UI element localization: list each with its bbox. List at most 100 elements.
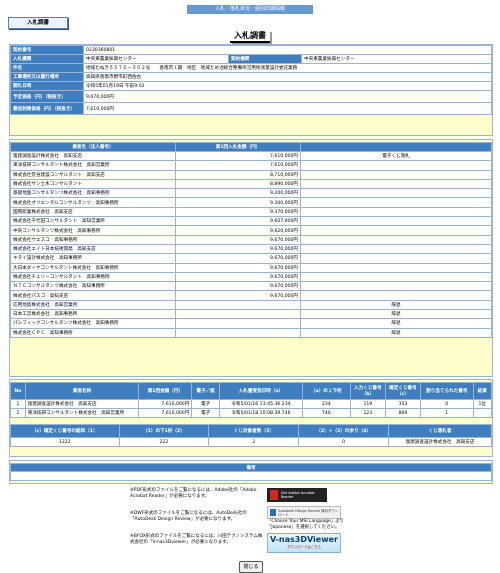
lottery-col-header: 業者名称 xyxy=(24,382,140,400)
bid-company: 株式会社オリエンタルコンサルタンツ 高知事務所 xyxy=(10,197,176,208)
bid-row: 株式会社千代田コンサルタント 高知営業所 9,607,000円 xyxy=(10,216,492,227)
bid-company: 中央コンサルタンツ株式会社 高知事務所 xyxy=(10,225,176,236)
bid-amount: 7,610,000円 xyxy=(175,160,301,171)
info-value: 中央東農業振興センター xyxy=(301,54,492,64)
bid-note xyxy=(300,234,492,245)
lottery-summary-header: （2）÷（3）の余り（4） xyxy=(298,424,390,438)
lottery-summary-header: くじ対象者数（3） xyxy=(208,424,300,438)
lottery-cell: 1 xyxy=(10,399,26,409)
bid-amount: 7,610,000円 xyxy=(175,150,301,162)
bid-note xyxy=(300,188,492,199)
bid-note: 電子くじ落札 xyxy=(300,150,492,162)
bid-company: 国際航業株式会社 高知支店 xyxy=(10,206,176,218)
bid-amount xyxy=(175,299,301,311)
bid-amount xyxy=(175,318,301,329)
info-label: 契約機関 xyxy=(228,54,302,64)
bids-panel: 業者名（法人番号） 第1回入札金額（円） 復建調査設計株式会社 高知支店 7,61… xyxy=(9,139,493,377)
info-value: 0230360801 xyxy=(83,45,492,55)
bid-amount: 8,890,000円 xyxy=(175,178,301,190)
lottery-summary-value: 復建調査設計株式会社 高知支店 xyxy=(388,437,492,447)
info-value: 9,670,000円 xyxy=(83,90,492,103)
bid-company: 株式会社荒谷建設コンサルタント 高知支店 xyxy=(10,169,176,180)
remarks-table: 備考 xyxy=(10,463,492,481)
bid-note xyxy=(300,169,492,180)
vnas-link[interactable]: V-nas3DViewer ダウンロードはこちら xyxy=(267,533,341,553)
bid-company: 復建調査設計株式会社 高知支店 xyxy=(10,150,176,162)
info-label: 予定価格（円）（税抜き） xyxy=(10,90,84,103)
bid-amount: 8,710,000円 xyxy=(175,169,301,180)
lottery-cell: 7,610,000円 xyxy=(138,408,193,418)
bid-row: 大日本ダイヤコンサルタント株式会社 高知事務所 9,670,000円 xyxy=(10,262,492,273)
info-label: 最低制限価格（円）（税抜き） xyxy=(10,102,84,115)
bid-amount xyxy=(175,327,301,338)
bid-row: 復建調査設計株式会社 高知支店 7,610,000円 電子くじ落札 xyxy=(10,150,492,162)
bids-col-header: 第1回入札金額（円） xyxy=(175,142,301,152)
lottery-col-header: 確定くじ番号（c） xyxy=(384,382,422,400)
bids-col-header xyxy=(300,142,492,152)
bid-row: 基礎地盤コンサルタンツ株式会社 高知事務所 9,200,000円 xyxy=(10,188,492,199)
bid-row: 応用地質株式会社 高知営業所 辞退 xyxy=(10,299,492,311)
bid-note xyxy=(300,253,492,264)
lottery-cell: 0 xyxy=(420,399,474,409)
lottery-row: 2 東洋技研コンサルタント株式会社 高知営業所 7,610,000円 電子 令和5/01… xyxy=(10,408,493,418)
bid-note: 辞退 xyxy=(300,327,492,338)
bid-note xyxy=(300,160,492,171)
info-value: 中央東農業振興センター xyxy=(83,54,229,64)
bid-company: 大日本ダイヤコンサルタント株式会社 高知事務所 xyxy=(10,262,176,273)
bid-amount: 9,670,000円 xyxy=(175,271,301,283)
bid-amount: 9,200,000円 xyxy=(175,188,301,199)
bid-note xyxy=(300,243,492,255)
lottery-summary-header: くじ落札者 xyxy=(388,424,492,438)
top-bar: 入札・落札状況・個別詳細情報 xyxy=(187,5,313,14)
adobe-reader-link[interactable]: Get Adobe Acrobat Reader xyxy=(267,488,327,502)
bid-amount: 9,670,000円 xyxy=(175,253,301,264)
bid-row: 株式会社荒谷建設コンサルタント 高知支店 8,710,000円 xyxy=(10,169,492,180)
bid-row: 日本工営株式会社 高知事務所 辞退 xyxy=(10,309,492,320)
close-button[interactable]: 閉じる xyxy=(239,561,263,573)
bid-amount: 9,670,000円 xyxy=(175,290,301,301)
lottery-summary-value: 0 xyxy=(298,437,390,447)
lottery-panel: No 業者名称 第1回金額（円） 電子／紙 入札書受信日時（a） （a）の１ラ桁 入力くじ番… xyxy=(9,379,493,457)
bid-row: パシフィックコンサルタンツ株式会社 高知事務所 辞退 xyxy=(10,318,492,329)
bid-note xyxy=(300,206,492,218)
bid-note xyxy=(300,262,492,273)
bid-row: 東洋技研コンサルタント株式会社 高知営業所 7,610,000円 xyxy=(10,160,492,171)
note-dwf: ※DWF形式のファイルをご覧になるには、AutoDesk社の「AutoDesk … xyxy=(130,511,247,522)
bid-row: 株式会社パスコ 高知支店 9,670,000円 xyxy=(10,290,492,301)
info-label: 件名 xyxy=(10,63,84,73)
lottery-cell: 令和5/01/16 13:45:36.234 xyxy=(218,399,303,409)
bid-amount xyxy=(175,309,301,320)
lottery-summary-header: （c）確定くじ番号の総和（1） xyxy=(10,424,120,438)
bid-row: ＮＴＣコンサルタンツ株式会社 高知事務所 9,670,000円 xyxy=(10,281,492,292)
lottery-col-header: 入力くじ番号（b） xyxy=(349,382,386,400)
autodesk-note: 「Choose Your MSI Language」より「Japanese」を選… xyxy=(267,519,344,530)
info-label: 入札機関 xyxy=(10,54,84,64)
lottery-col-header: 結果 xyxy=(472,382,493,400)
page-title: 入札調書 xyxy=(230,30,270,43)
bid-row: 株式会社ＣＰＣ 高知事務所 辞退 xyxy=(10,327,492,338)
lottery-col-header: 電子／紙 xyxy=(191,382,220,400)
lottery-cell: 令和5/01/18 10:08:39.746 xyxy=(218,408,303,418)
bid-row: 株式会社エイト日本技術開発 高知支店 9,670,000円 xyxy=(10,243,492,255)
adobe-label: Get Adobe Acrobat Reader xyxy=(280,490,315,500)
lottery-cell xyxy=(472,408,493,418)
bid-company: 応用地質株式会社 高知営業所 xyxy=(10,299,176,311)
bid-note xyxy=(300,216,492,227)
bid-row: 株式会社ウエスコ 高知事務所 9,670,000円 xyxy=(10,234,492,245)
bid-note xyxy=(300,271,492,283)
adobe-icon xyxy=(270,490,278,500)
tab-nyusatsu-chosho[interactable]: 入札調書 xyxy=(8,17,68,29)
info-value: 7,610,000円 xyxy=(83,102,492,115)
lottery-col-header: 割り当てられた番号 xyxy=(420,382,474,400)
lottery-summary-header: （1）の下1桁（2） xyxy=(118,424,210,438)
bid-company: パシフィックコンサルタンツ株式会社 高知事務所 xyxy=(10,318,176,329)
bid-amount: 9,670,000円 xyxy=(175,243,301,255)
lottery-table: No 業者名称 第1回金額（円） 電子／紙 入札書受信日時（a） （a）の１ラ桁 入力くじ番… xyxy=(10,382,493,418)
bid-amount: 9,620,000円 xyxy=(175,225,301,236)
bid-note xyxy=(300,290,492,301)
info-label: 開札日時 xyxy=(10,81,84,91)
bid-company: 株式会社パスコ 高知支店 xyxy=(10,290,176,301)
bid-row: キタイ設計株式会社 高知事務所 9,670,000円 xyxy=(10,253,492,264)
autodesk-link[interactable]: Autodesk Design Review 無料ダウンロード xyxy=(267,506,341,519)
bid-company: キタイ設計株式会社 高知事務所 xyxy=(10,253,176,264)
